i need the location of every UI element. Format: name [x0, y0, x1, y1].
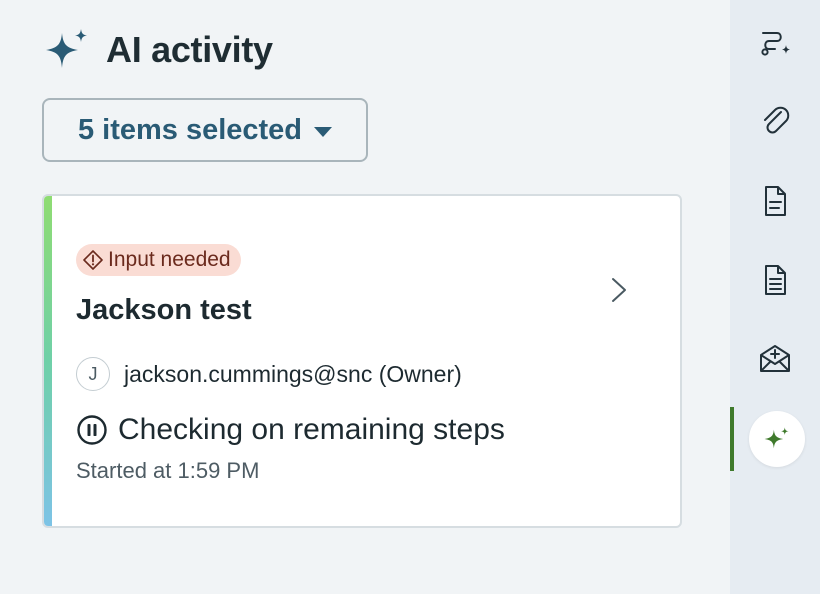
started-time: Started at 1:59 PM	[76, 458, 260, 483]
caret-down-icon	[314, 126, 333, 137]
sidebar-item-ai-activity[interactable]	[749, 411, 805, 467]
items-filter-dropdown[interactable]: 5 items selected	[42, 98, 368, 162]
sidebar-item-document[interactable]	[744, 170, 806, 232]
pause-circle-icon	[77, 415, 107, 445]
page-title: AI activity	[106, 29, 273, 70]
owner-label: jackson.cummings@snc (Owner)	[124, 360, 462, 387]
sparkle-icon	[764, 427, 789, 449]
ai-activity-panel: AI activity 5 items selected Input neede…	[0, 0, 730, 594]
sidebar-item-attachments[interactable]	[744, 90, 806, 152]
status-text: Checking on remaining steps	[118, 413, 505, 446]
sparkle-icon	[46, 29, 87, 68]
avatar: J	[76, 357, 110, 391]
owner-row: J jackson.cummings@snc (Owner)	[76, 356, 462, 392]
sidebar-item-flows[interactable]	[744, 12, 806, 74]
activity-title: Jackson test	[76, 294, 252, 326]
flow-sparkle-icon	[761, 32, 790, 56]
chevron-right-icon[interactable]	[606, 274, 632, 306]
active-indicator	[730, 407, 734, 471]
status-badge: Input needed	[76, 244, 241, 276]
paperclip-icon	[764, 106, 790, 134]
mail-plus-icon	[760, 345, 790, 372]
filter-label: 5 items selected	[77, 113, 303, 146]
document-icon	[765, 186, 786, 216]
badge-label: Input needed	[108, 248, 231, 271]
status-row: Checking on remaining steps	[76, 410, 505, 450]
warning-diamond-icon	[83, 250, 103, 270]
card-accent-bar	[44, 196, 52, 526]
right-sidebar	[730, 0, 820, 594]
document-lines-icon	[765, 265, 786, 295]
sidebar-item-compose-email[interactable]	[744, 328, 806, 390]
sidebar-item-notes[interactable]	[744, 249, 806, 311]
panel-header: AI activity	[44, 26, 273, 74]
activity-card[interactable]: Input needed Jackson test J jackson.cumm…	[42, 194, 682, 528]
